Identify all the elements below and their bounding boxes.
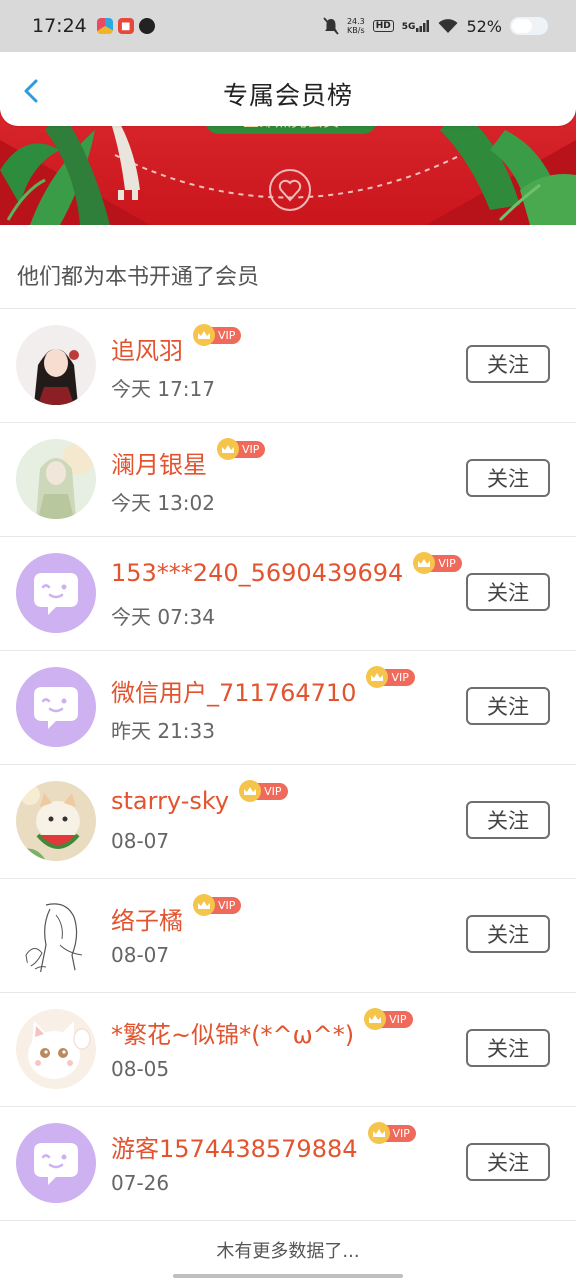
list-item[interactable]: starry-sky VIP 08-07 关注 (0, 765, 576, 879)
list-item[interactable]: 络子橘 VIP 08-07 关注 (0, 879, 576, 993)
member-time: 昨天 21:33 (111, 719, 215, 743)
signal-icon: 5G (402, 20, 431, 32)
follow-button[interactable]: 关注 (466, 459, 550, 497)
avatar[interactable] (16, 553, 96, 633)
list-item[interactable]: 追风羽 VIP 今天 17:17 关注 (0, 309, 576, 423)
member-name-text: starry-sky (111, 787, 230, 815)
member-name-text: 络子橘 (111, 907, 183, 935)
network-type: 5G (401, 22, 416, 32)
member-name-text: 澜月银星 (111, 451, 207, 479)
member-name-text: 游客1574438579884 (111, 1135, 358, 1163)
section-title: 他们都为本书开通了会员 (17, 265, 260, 290)
sketch-girl-avatar (16, 895, 96, 975)
crown-icon (193, 324, 215, 346)
member-name: 游客1574438579884 VIP (111, 1122, 416, 1164)
net-speed-unit: KB/s (347, 26, 365, 35)
list-item[interactable]: 153***240_5690439694 VIP 今天 07:34 关注 (0, 537, 576, 651)
crown-icon (239, 780, 262, 802)
list-end-text: 木有更多数据了... (216, 1241, 360, 1262)
net-speed-value: 24.3 (346, 17, 365, 26)
member-name-text: 追风羽 (111, 337, 183, 365)
avatar[interactable] (16, 781, 96, 861)
nav-header: 专属会员榜 (0, 52, 576, 126)
avatar[interactable] (16, 895, 96, 975)
follow-button[interactable]: 关注 (466, 801, 550, 839)
member-time: 今天 07:34 (111, 605, 215, 629)
avatar[interactable] (16, 325, 96, 405)
vip-badge: VIP (367, 1122, 416, 1144)
illustrated-character-avatar (16, 325, 96, 405)
status-app-icons: ■ (96, 18, 155, 34)
member-name: 络子橘 VIP (111, 894, 242, 936)
member-name: 微信用户_711764710 VIP (111, 666, 415, 708)
member-name-text: 153***240_5690439694 (111, 559, 404, 587)
follow-button[interactable]: 关注 (466, 687, 550, 725)
avatar[interactable] (16, 667, 96, 747)
app-notification-icon: ■ (117, 18, 134, 34)
hd-badge: HD (372, 20, 394, 32)
home-indicator[interactable] (173, 1274, 403, 1278)
follow-button[interactable]: 关注 (466, 1143, 550, 1181)
crown-icon (217, 438, 239, 460)
vip-badge: VIP (413, 552, 462, 574)
avatar[interactable] (16, 439, 96, 519)
crown-icon (364, 1008, 387, 1030)
member-name: *繁花~似锦*(*^ω^*) VIP (111, 1008, 413, 1050)
member-name: starry-sky VIP (111, 780, 288, 815)
avatar[interactable] (16, 1123, 96, 1203)
follow-button[interactable]: 关注 (466, 573, 550, 611)
default-chat-avatar (16, 1123, 96, 1203)
list-item[interactable]: 游客1574438579884 VIP 07-26 关注 (0, 1107, 576, 1221)
illustrated-girl-avatar (16, 439, 96, 519)
default-chat-avatar (16, 667, 96, 747)
battery-percent: 52% (466, 16, 502, 36)
member-time: 08-07 (111, 943, 170, 967)
status-time: 17:24 (32, 15, 87, 37)
list-item[interactable]: *繁花~似锦*(*^ω^*) VIP 08-05 关注 (0, 993, 576, 1107)
avatar[interactable] (16, 1009, 96, 1089)
follow-button[interactable]: 关注 (466, 1029, 550, 1067)
mute-bell-icon (323, 17, 339, 35)
member-name-text: 微信用户_711764710 (111, 679, 357, 707)
member-time: 07-26 (111, 1171, 170, 1195)
member-name-text: *繁花~似锦*(*^ω^*) (111, 1021, 355, 1049)
list-item[interactable]: 澜月银星 VIP 今天 13:02 关注 (0, 423, 576, 537)
app-notification-icon (96, 18, 113, 34)
member-list: 追风羽 VIP 今天 17:17 关注 澜月银星 VIP 今天 13:02 关注 (0, 309, 576, 1221)
member-time: 今天 17:17 (111, 377, 215, 401)
qq-icon (138, 18, 155, 34)
vip-badge: VIP (193, 894, 242, 916)
battery-icon (510, 17, 548, 35)
white-cat-avatar (16, 1009, 96, 1089)
member-name: 澜月银星 VIP (111, 438, 266, 480)
vip-badge: VIP (364, 1008, 413, 1030)
vip-badge: VIP (217, 438, 266, 460)
vip-badge: VIP (193, 324, 242, 346)
crown-icon (193, 894, 215, 916)
member-name: 153***240_5690439694 VIP (111, 552, 462, 587)
default-chat-avatar (16, 553, 96, 633)
member-time: 今天 13:02 (111, 491, 215, 515)
wifi-icon (438, 19, 458, 33)
page-title: 专属会员榜 (222, 81, 353, 110)
list-item[interactable]: 微信用户_711764710 VIP 昨天 21:33 关注 (0, 651, 576, 765)
net-speed: 24.3 KB/s (347, 17, 365, 35)
cat-watermelon-avatar (16, 781, 96, 861)
status-right: 24.3 KB/s HD 5G 52% (323, 0, 548, 52)
vip-banner[interactable]: 立即点亮会员 (0, 110, 576, 225)
vip-badge: VIP (239, 780, 288, 802)
status-bar: 17:24 ■ 24.3 KB/s HD 5G 52% (0, 0, 576, 52)
member-name: 追风羽 VIP (111, 324, 242, 366)
member-time: 08-07 (111, 829, 170, 853)
vip-badge: VIP (366, 666, 415, 688)
crown-icon (367, 1122, 390, 1144)
follow-button[interactable]: 关注 (466, 915, 550, 953)
follow-button[interactable]: 关注 (466, 345, 550, 383)
member-time: 08-05 (111, 1057, 170, 1081)
